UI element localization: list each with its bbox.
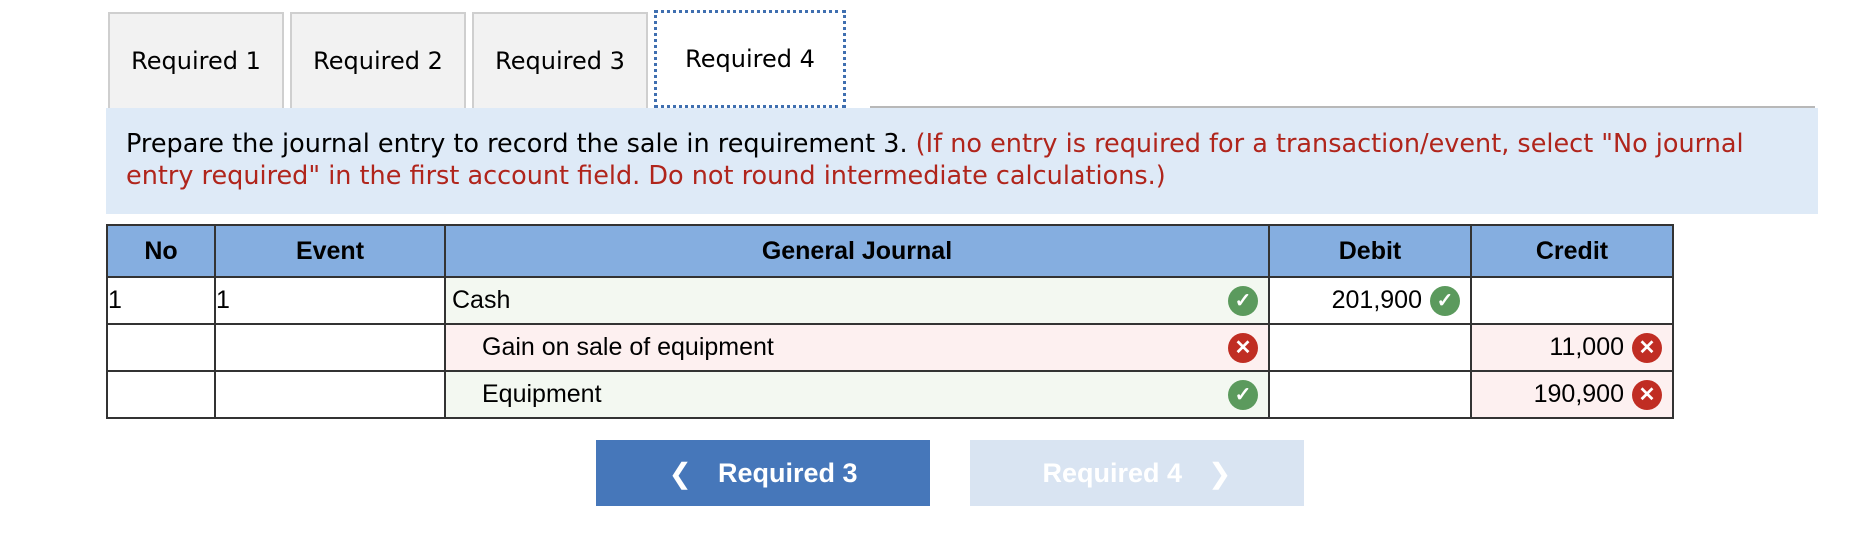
credit-input[interactable]: 190,900 (1534, 380, 1624, 409)
debit-cell[interactable] (1268, 370, 1472, 419)
instructions-panel: Prepare the journal entry to record the … (106, 108, 1818, 214)
account-select[interactable]: Gain on sale of equipment (446, 333, 774, 362)
tab-required-2[interactable]: Required 2 (290, 12, 466, 108)
row-no: 1 (106, 276, 216, 325)
next-button-label: Required 4 (1042, 457, 1183, 488)
account-select[interactable]: Cash (446, 286, 510, 315)
row-no (106, 323, 216, 372)
row-event (214, 370, 446, 419)
tab-required-4[interactable]: Required 4 (654, 10, 846, 108)
table-row: Gain on sale of equipment ✕ 11,000 ✕ (106, 323, 1674, 372)
check-icon: ✓ (1430, 285, 1460, 316)
table-row: Equipment ✓ 190,900 ✕ (106, 370, 1674, 419)
debit-cell[interactable]: 201,900 ✓ (1268, 276, 1472, 325)
next-required-button: Required 4 ❯ (970, 440, 1304, 506)
tab-bar: Required 1 Required 2 Required 3 Require… (108, 10, 846, 108)
tab-required-3[interactable]: Required 3 (472, 12, 648, 108)
header-no: No (106, 224, 216, 278)
header-credit: Credit (1470, 224, 1674, 278)
row-event (214, 323, 446, 372)
credit-cell[interactable]: 11,000 ✕ (1470, 323, 1674, 372)
table-header-row: No Event General Journal Debit Credit (106, 224, 1674, 278)
table-row: 1 1 Cash ✓ 201,900 ✓ (106, 276, 1674, 325)
x-icon: ✕ (1228, 332, 1258, 363)
prev-required-button[interactable]: ❮ Required 3 (596, 440, 930, 506)
x-icon: ✕ (1632, 332, 1662, 363)
journal-table: No Event General Journal Debit Credit 1 … (106, 224, 1674, 419)
check-icon: ✓ (1228, 379, 1258, 410)
x-icon: ✕ (1632, 379, 1662, 410)
credit-cell[interactable] (1470, 276, 1674, 325)
account-cell[interactable]: Cash ✓ (444, 276, 1270, 325)
header-event: Event (214, 224, 446, 278)
credit-cell[interactable]: 190,900 ✕ (1470, 370, 1674, 419)
account-cell[interactable]: Gain on sale of equipment ✕ (444, 323, 1270, 372)
row-event: 1 (214, 276, 446, 325)
account-select[interactable]: Equipment (446, 380, 602, 409)
account-cell[interactable]: Equipment ✓ (444, 370, 1270, 419)
instruction-text: Prepare the journal entry to record the … (126, 129, 908, 159)
chevron-right-icon: ❯ (1208, 457, 1232, 489)
chevron-left-icon: ❮ (668, 457, 692, 489)
prev-button-label: Required 3 (717, 457, 858, 488)
credit-input[interactable]: 11,000 (1549, 333, 1624, 362)
header-general-journal: General Journal (444, 224, 1270, 278)
debit-cell[interactable] (1268, 323, 1472, 372)
header-debit: Debit (1268, 224, 1472, 278)
tab-required-1[interactable]: Required 1 (108, 12, 284, 108)
check-icon: ✓ (1228, 285, 1258, 316)
row-no (106, 370, 216, 419)
debit-input[interactable]: 201,900 (1332, 286, 1422, 315)
